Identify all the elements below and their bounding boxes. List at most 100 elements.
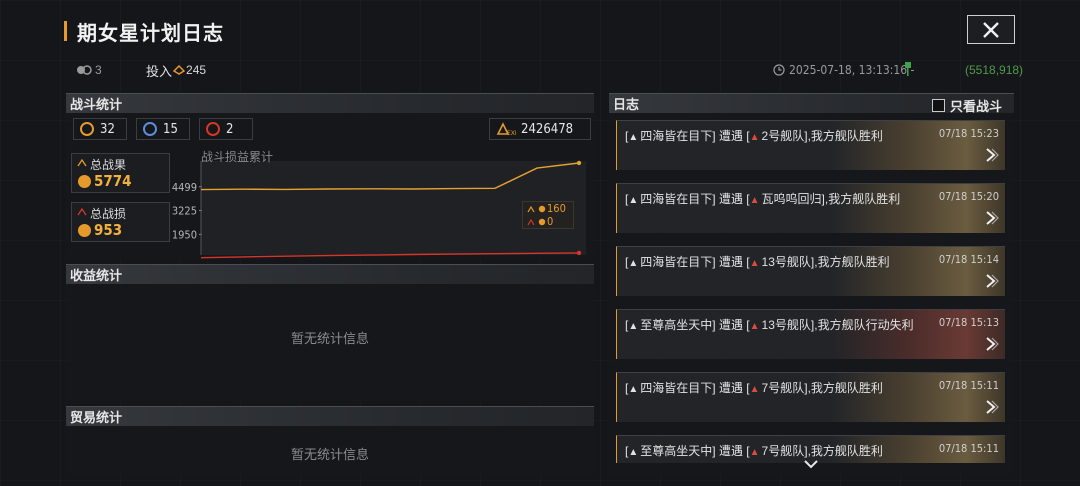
chevron-right-icon[interactable] — [985, 148, 999, 162]
invest-label: 投入 — [146, 63, 173, 79]
log-entry[interactable]: [▲ 至尊高坐天中] 遭遇 [▲ 13号舰队],我方舰队行动失利 07/18 15:1… — [616, 309, 1005, 359]
log-entry-text: [▲ 四海皆在目下] 遭遇 [▲ 13号舰队],我方舰队胜利 — [625, 255, 890, 269]
log-title: 日志 — [613, 97, 640, 112]
svg-text:EXP: EXP — [507, 130, 516, 136]
stat-box-2: 15 — [136, 118, 190, 140]
log-actor: 四海皆在目下 — [640, 129, 713, 143]
coordinates: (5518,918) — [965, 63, 1024, 77]
income-stats-title: 收益统计 — [66, 264, 594, 284]
legend-gain-value: 160 — [547, 202, 566, 215]
trade-empty-message: 暂无统计信息 — [290, 447, 369, 462]
title-accent — [64, 21, 67, 41]
log-time: 07/18 15:13 — [938, 316, 999, 329]
log-time: 07/18 15:20 — [938, 190, 999, 203]
flag-icon — [905, 62, 911, 76]
log-entry[interactable]: [▲ 四海皆在目下] 遭遇 [▲ 13号舰队],我方舰队胜利 07/18 15:14 — [616, 246, 1005, 296]
log-verb: 遭遇 — [718, 444, 743, 458]
y-tick-label: 1950 — [172, 228, 197, 241]
chevron-right-icon[interactable] — [985, 274, 999, 288]
log-time: 07/18 15:11 — [938, 379, 999, 392]
log-result: ,我方舰队胜利 — [807, 444, 883, 458]
y-tick-label: 4499 — [172, 181, 197, 194]
log-verb: 遭遇 — [718, 381, 743, 395]
chevron-right-icon[interactable] — [985, 400, 999, 414]
chevron-right-icon[interactable] — [985, 337, 999, 351]
stat-2-value: 15 — [163, 121, 178, 137]
log-verb: 遭遇 — [718, 192, 743, 206]
total-loss-box: 总战损 953 — [71, 202, 170, 242]
log-entry-text: [▲ 四海皆在目下] 遭遇 [▲ 2号舰队],我方舰队胜利 — [625, 129, 883, 143]
timestamp: 2025-07-18, 13:13:16 - — [773, 60, 914, 80]
scroll-down-icon[interactable] — [803, 459, 819, 469]
player-icon: ▲ — [628, 132, 639, 143]
ship-count-value: 3 — [95, 63, 102, 77]
loss-trend-icon — [77, 208, 87, 216]
battle-stats-title: 战斗统计 — [66, 93, 594, 113]
log-verb: 遭遇 — [718, 318, 743, 332]
player-icon: ▲ — [628, 321, 639, 332]
series-endpoint — [576, 160, 582, 166]
legend-gain: 160 — [523, 202, 573, 215]
player-icon: ▲ — [628, 258, 639, 269]
gain-trend-icon — [77, 159, 87, 167]
exp-icon: EXP — [496, 122, 516, 136]
legend-loss-value: 0 — [547, 215, 554, 228]
fleet-icon — [77, 65, 92, 75]
enemy-icon: ▲ — [749, 321, 760, 332]
cycle-icon — [143, 122, 157, 136]
total-result-box: 总战果 5774 — [71, 153, 170, 193]
invest-info: 投入 245 — [146, 60, 206, 80]
log-enemy: 13号舰队 — [761, 255, 811, 269]
invest-amount: 245 — [186, 63, 207, 77]
chart-title: 战斗损益累计 — [201, 150, 273, 164]
close-button[interactable] — [967, 15, 1015, 44]
battle-only-label: 只看战斗 — [949, 99, 1002, 114]
loss-medal-icon — [78, 224, 91, 237]
resource-icon — [173, 65, 186, 75]
log-entry[interactable]: [▲ 四海皆在目下] 遭遇 [▲ 2号舰队],我方舰队胜利 07/18 15:23 — [616, 120, 1005, 170]
log-time: 07/18 15:11 — [938, 442, 999, 455]
log-result: ,我方舰队胜利 — [807, 129, 883, 143]
log-enemy: 2号舰队 — [761, 129, 805, 143]
stat-3-value: 2 — [226, 121, 234, 137]
y-tick-label: 3225 — [172, 205, 197, 218]
medal-icon — [80, 122, 94, 136]
clock-icon — [773, 64, 785, 76]
stat-1-value: 32 — [100, 121, 115, 137]
log-entry[interactable]: [▲ 四海皆在目下] 遭遇 [▲ 瓦呜呜回归],我方舰队胜利 07/18 15:20 — [616, 183, 1005, 233]
loss-legend-icon — [527, 218, 546, 225]
title-bar: 期女星计划日志 — [64, 18, 224, 45]
player-icon: ▲ — [628, 384, 639, 395]
log-entry-text: [▲ 至尊高坐天中] 遭遇 [▲ 13号舰队],我方舰队行动失利 — [625, 318, 914, 332]
exp-box: EXP 2426478 — [489, 118, 591, 140]
log-actor: 四海皆在目下 — [640, 381, 713, 395]
log-enemy: 瓦呜呜回归 — [761, 192, 822, 206]
log-result: ,我方舰队行动失利 — [814, 318, 914, 332]
chart-legend: 160 0 — [522, 201, 574, 229]
battle-only-checkbox[interactable] — [931, 99, 945, 112]
battle-stats-panel: 战斗统计 32 15 2 EXP 2426478 总战果 5774 总战损 95… — [66, 93, 594, 260]
log-result: ,我方舰队胜利 — [814, 255, 890, 269]
chevron-right-icon[interactable] — [985, 211, 999, 225]
exp-value: 2426478 — [521, 121, 574, 137]
log-enemy: 13号舰队 — [761, 318, 811, 332]
gain-legend-icon — [527, 205, 546, 212]
log-panel: 日志 只看战斗 [▲ 四海皆在目下] 遭遇 [▲ 2号舰队],我方舰队胜利 07/18… — [609, 93, 1014, 474]
log-entry[interactable]: [▲ 四海皆在目下] 遭遇 [▲ 7号舰队],我方舰队胜利 07/18 15:11 — [616, 372, 1005, 422]
close-icon — [983, 21, 999, 38]
battle-only-filter[interactable]: 只看战斗 — [931, 96, 1002, 115]
enemy-icon: ▲ — [749, 132, 760, 143]
log-actor: 至尊高坐天中 — [640, 444, 713, 458]
enemy-icon: ▲ — [749, 447, 760, 458]
log-actor: 四海皆在目下 — [640, 192, 713, 206]
log-verb: 遭遇 — [718, 255, 743, 269]
enemy-icon: ▲ — [749, 258, 760, 269]
log-result: ,我方舰队胜利 — [807, 381, 883, 395]
danger-icon — [206, 122, 220, 136]
income-stats-panel: 收益统计 暂无统计信息 — [66, 264, 594, 401]
gain-medal-icon — [78, 175, 91, 188]
trade-stats-panel: 贸易统计 暂无统计信息 — [66, 406, 594, 474]
enemy-icon: ▲ — [749, 384, 760, 395]
series-endpoint — [576, 250, 582, 256]
total-loss-value: 953 — [94, 221, 123, 239]
